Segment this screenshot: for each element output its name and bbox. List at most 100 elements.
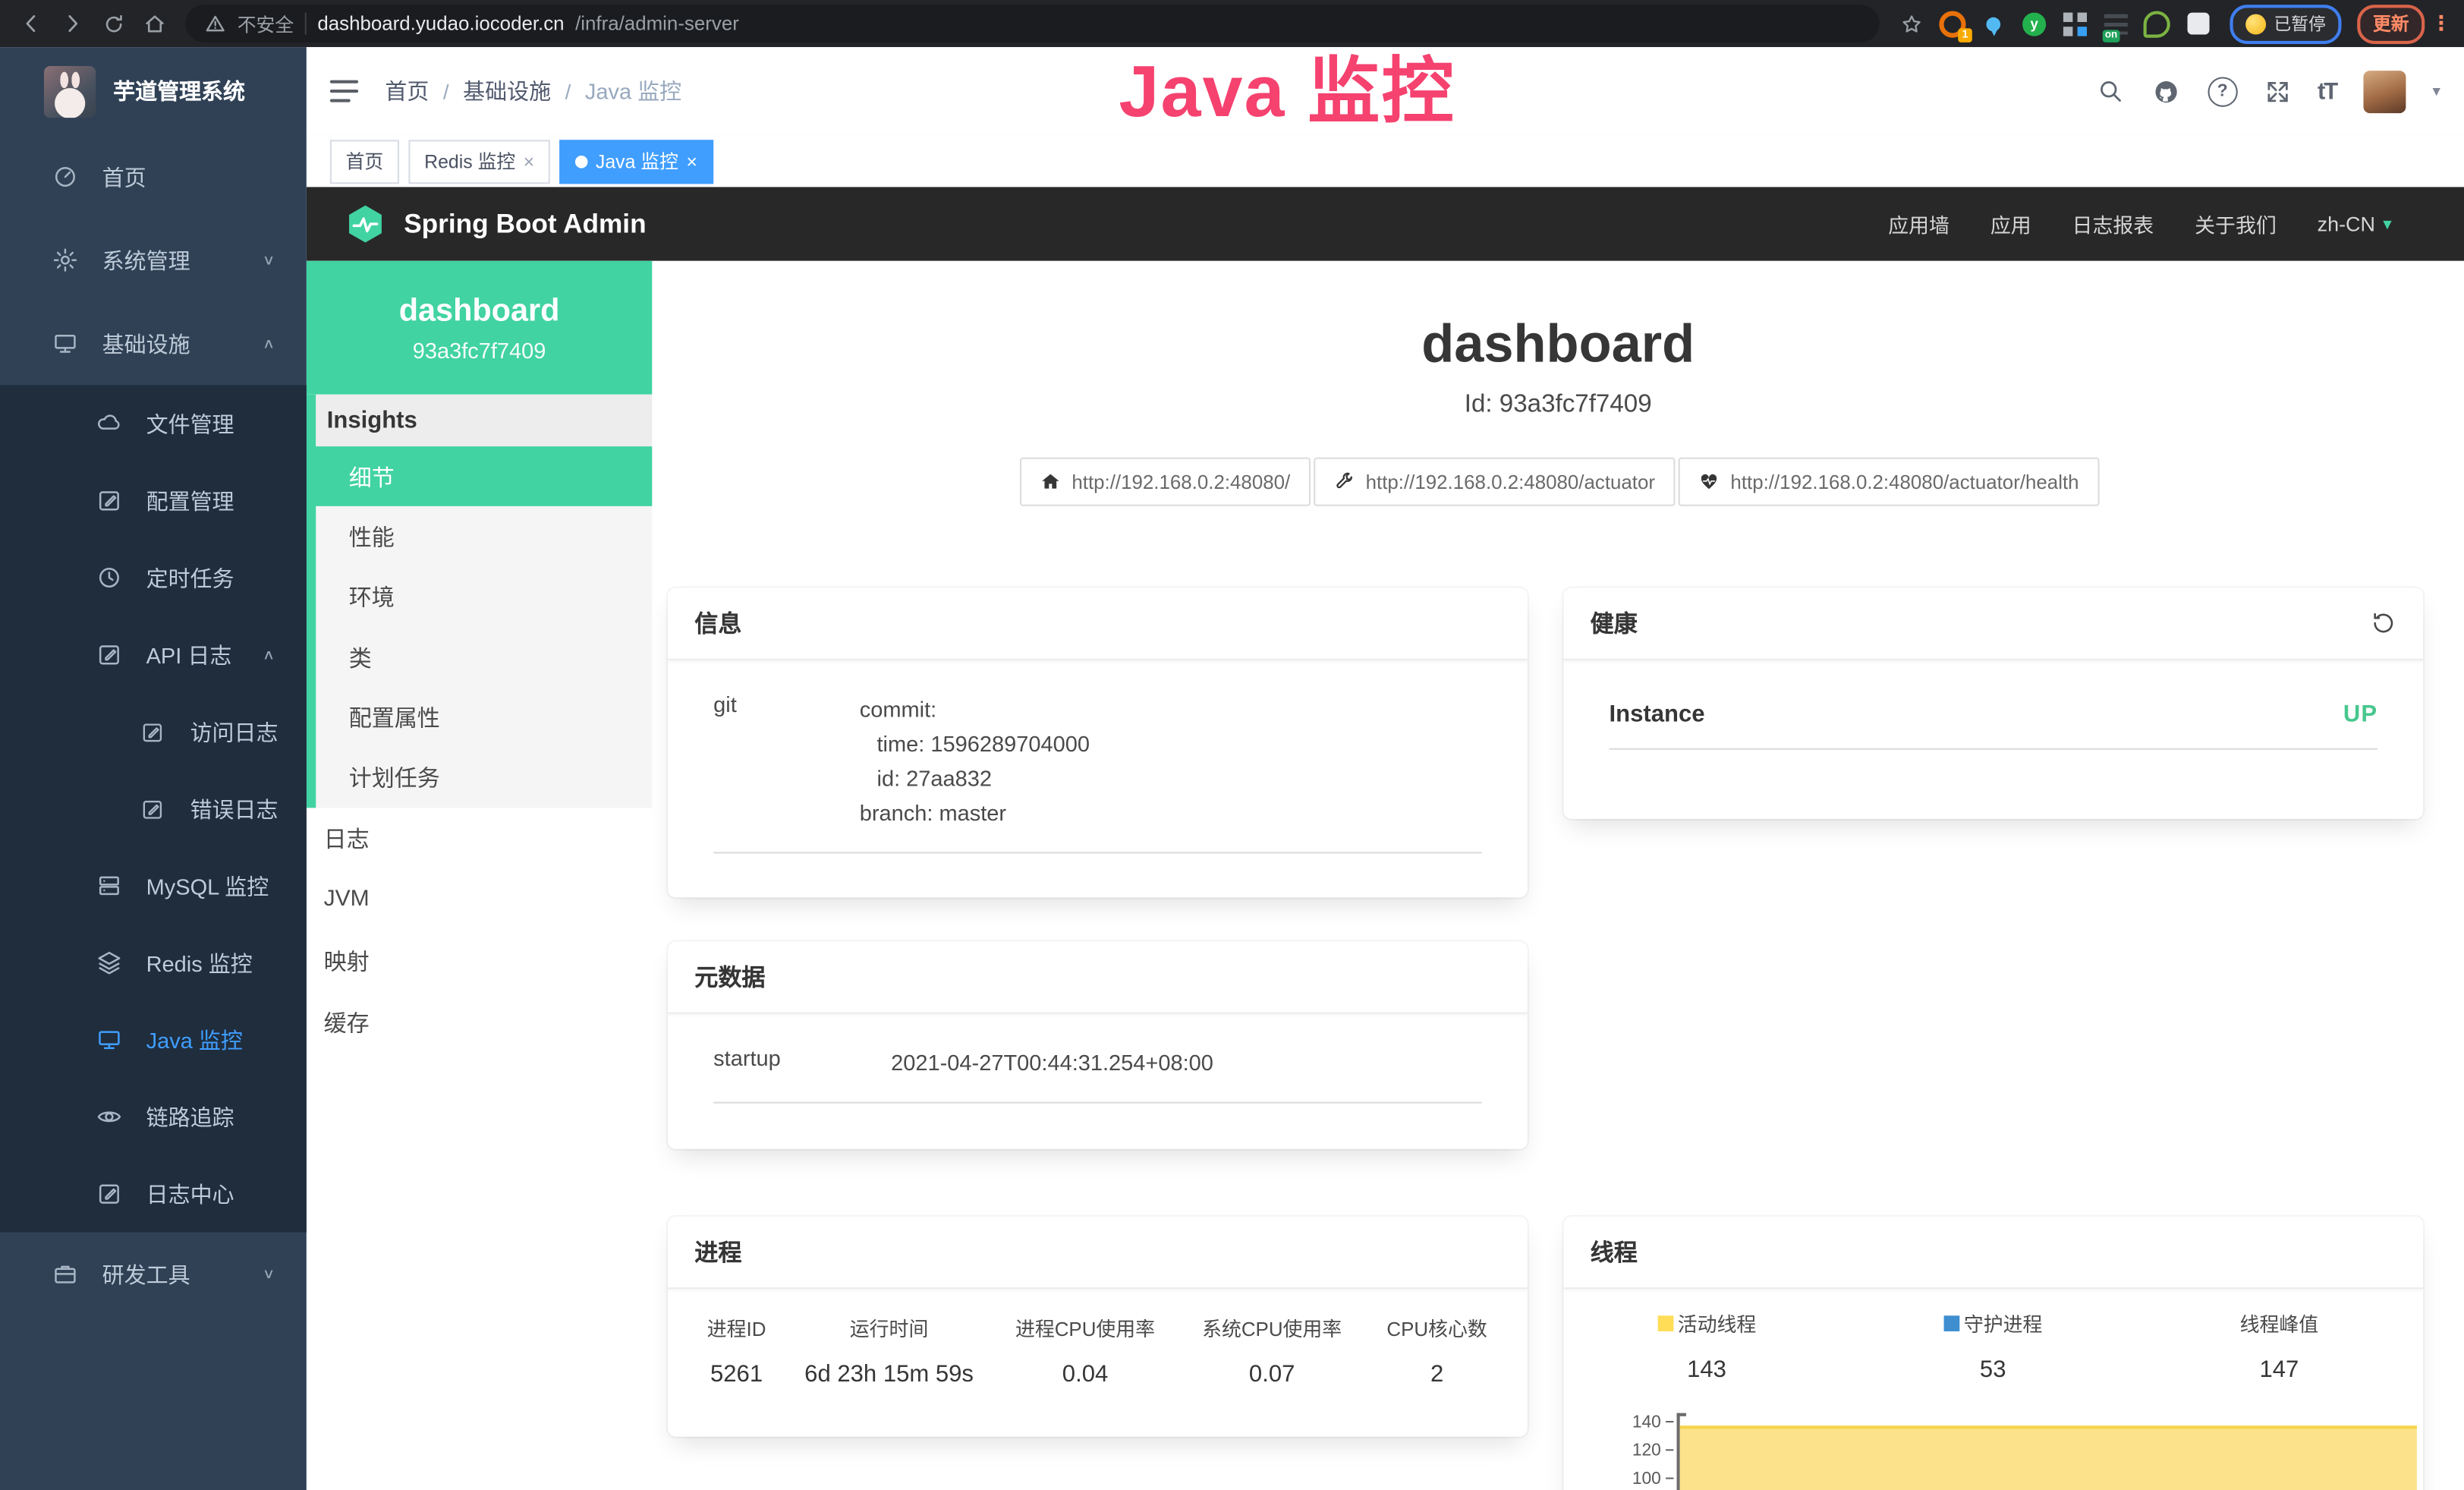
side-menu-item-metrics[interactable]: 性能 [316, 506, 652, 566]
sidebar-item-redis-monitor[interactable]: Redis 监控 [0, 925, 307, 1001]
not-secure-label[interactable]: 不安全 [238, 10, 294, 36]
breadcrumb-infrastructure[interactable]: 基础设施 [463, 75, 551, 106]
sidebar-item-home[interactable]: 首页 [0, 135, 307, 219]
breadcrumb-separator: / [565, 80, 571, 103]
side-menu-item-details[interactable]: 细节 [307, 446, 653, 506]
browser-back-icon[interactable] [13, 5, 51, 43]
side-menu-item-config-props[interactable]: 配置属性 [316, 687, 652, 747]
url-host[interactable]: dashboard.yudao.iocoder.cn [317, 13, 564, 35]
breadcrumb-separator: / [443, 80, 449, 103]
paused-label: 已暂停 [2274, 11, 2325, 36]
y-axis-line [1677, 1413, 1679, 1490]
column-header: 进程CPU使用率 [992, 1312, 1179, 1342]
health-status-badge: UP [2343, 701, 2377, 728]
column-header: 系统CPU使用率 [1179, 1312, 1365, 1342]
sidebar-item-access-logs[interactable]: 访问日志 [0, 693, 307, 770]
side-menu-item-jvm[interactable]: JVM [307, 869, 653, 931]
url-path[interactable]: /infra/admin-server [575, 13, 739, 35]
bookmark-star-icon[interactable] [1892, 5, 1930, 43]
log-edit-icon [135, 719, 170, 744]
extension-grid-icon[interactable] [2062, 10, 2088, 36]
close-icon[interactable]: × [686, 150, 697, 172]
heart-pulse-icon [1699, 471, 1720, 492]
sidebar-submenu-infrastructure: 文件管理 配置管理 定时任务 API 日志 ∧ 访问日志 错误日志 [0, 385, 307, 1232]
extension-y-icon[interactable]: y [2021, 10, 2047, 36]
user-caret-icon[interactable]: ▾ [2433, 83, 2440, 100]
side-menu-item-caches[interactable]: 缓存 [307, 991, 653, 1053]
browser-menu-icon[interactable]: ⋮ [2431, 11, 2452, 36]
side-menu-item-environment[interactable]: 环境 [316, 567, 652, 627]
sba-nav-about[interactable]: 关于我们 [2195, 209, 2277, 238]
health-url-button[interactable]: http://192.168.0.2:48080/actuator/health [1679, 458, 2099, 506]
browser-home-icon[interactable] [135, 5, 173, 43]
sidebar-item-dev-tools[interactable]: 研发工具 ∨ [0, 1233, 307, 1316]
chevron-down-icon: ∨ [263, 1266, 275, 1283]
app-brand[interactable]: 芋道管理系统 [0, 47, 307, 135]
avatar[interactable] [2363, 70, 2406, 112]
sidebar-item-infrastructure[interactable]: 基础设施 ∧ [0, 302, 307, 386]
instance-id: 93a3fc7f7409 [413, 337, 546, 362]
browser-address-bar[interactable]: 不安全 dashboard.yudao.iocoder.cn/infra/adm… [185, 5, 1879, 43]
history-icon[interactable] [2370, 610, 2396, 637]
tag-redis-monitor[interactable]: Redis 监控× [408, 139, 549, 183]
tags-view-bar: 首页 Redis 监控× Java 监控× [307, 135, 2464, 188]
system-cpu: 0.07 [1179, 1362, 1365, 1388]
side-menu-item-scheduled-tasks[interactable]: 计划任务 [316, 748, 652, 808]
extension-list-icon[interactable]: on [2103, 10, 2129, 36]
side-menu-item-mappings[interactable]: 映射 [307, 930, 653, 991]
hamburger-icon[interactable] [330, 80, 358, 102]
sidebar-item-log-center[interactable]: 日志中心 [0, 1155, 307, 1232]
side-menu-section-label: Insights [316, 395, 652, 446]
sidebar-item-mysql-monitor[interactable]: MySQL 监控 [0, 847, 307, 924]
instance-links: http://192.168.0.2:48080/ http://192.168… [652, 458, 2464, 506]
breadcrumb-home[interactable]: 首页 [385, 75, 429, 106]
sba-navbar: Spring Boot Admin 应用墙 应用 日志报表 关于我们 zh-CN… [307, 187, 2464, 260]
layers-icon [91, 950, 126, 976]
sidebar-item-config-mgmt[interactable]: 配置管理 [0, 462, 307, 539]
browser-update-button[interactable]: 更新 [2357, 4, 2425, 43]
help-icon[interactable]: ? [2208, 76, 2237, 106]
extension-badge: 1 [1958, 27, 1972, 42]
column-header: 运行时间 [786, 1312, 992, 1342]
sidebar-item-trace[interactable]: 链路追踪 [0, 1079, 307, 1155]
side-menu-item-classes[interactable]: 类 [316, 627, 652, 687]
server-icon [91, 872, 126, 899]
sidebar-item-api-logs[interactable]: API 日志 ∧ [0, 616, 307, 693]
sba-nav-journal[interactable]: 日志报表 [2072, 209, 2154, 238]
service-url-button[interactable]: http://192.168.0.2:48080/ [1020, 458, 1311, 506]
gear-icon [47, 247, 82, 273]
metadata-key: startup [713, 1045, 891, 1080]
fullscreen-icon[interactable] [2264, 78, 2291, 105]
search-icon[interactable] [2096, 77, 2124, 105]
caret-down-icon: ▾ [2383, 214, 2391, 235]
browser-reload-icon[interactable] [94, 5, 132, 43]
sidebar-item-error-logs[interactable]: 错误日志 [0, 770, 307, 847]
browser-forward-icon[interactable] [53, 5, 91, 43]
actuator-url-button[interactable]: http://192.168.0.2:48080/actuator [1314, 458, 1676, 506]
sba-brand[interactable]: Spring Boot Admin [345, 203, 647, 245]
sba-nav-applications[interactable]: 应用 [1990, 209, 2031, 238]
profile-paused-chip[interactable]: 已暂停 [2230, 4, 2341, 43]
tag-home[interactable]: 首页 [330, 139, 399, 183]
tag-java-monitor[interactable]: Java 监控× [559, 139, 713, 183]
font-size-icon[interactable]: tT [2318, 78, 2337, 105]
y-axis-tick: 140 [1617, 1415, 1661, 1431]
sidebar-item-java-monitor[interactable]: Java 监控 [0, 1001, 307, 1078]
metadata-startup-row: startup 2021-04-27T00:44:31.254+08:00 [713, 1045, 1482, 1104]
extension-leaf-icon[interactable] [2144, 10, 2170, 36]
side-menu-item-logfile[interactable]: 日志 [307, 808, 653, 869]
sba-nav-wallboard[interactable]: 应用墙 [1888, 209, 1949, 238]
extension-c-icon[interactable]: 1 [1939, 10, 1965, 36]
extension-puzzle-icon[interactable] [2184, 10, 2211, 36]
sidebar-item-scheduled-jobs[interactable]: 定时任务 [0, 539, 307, 616]
sidebar-item-system-mgmt[interactable]: 系统管理 ∨ [0, 219, 307, 302]
daemon-threads-value: 53 [1980, 1356, 2006, 1383]
threads-legend: 活动线程 143 守护进程 53 线程峰值 14 [1563, 1308, 2423, 1383]
column-header: CPU核心数 [1365, 1312, 1509, 1342]
close-icon[interactable]: × [524, 150, 535, 172]
github-icon[interactable] [2151, 76, 2181, 106]
instance-header[interactable]: dashboard 93a3fc7f7409 [307, 261, 653, 395]
sidebar-item-file-mgmt[interactable]: 文件管理 [0, 385, 307, 461]
extension-pin-icon[interactable] [1980, 10, 2006, 36]
sba-language-select[interactable]: zh-CN ▾ [2318, 213, 2392, 236]
